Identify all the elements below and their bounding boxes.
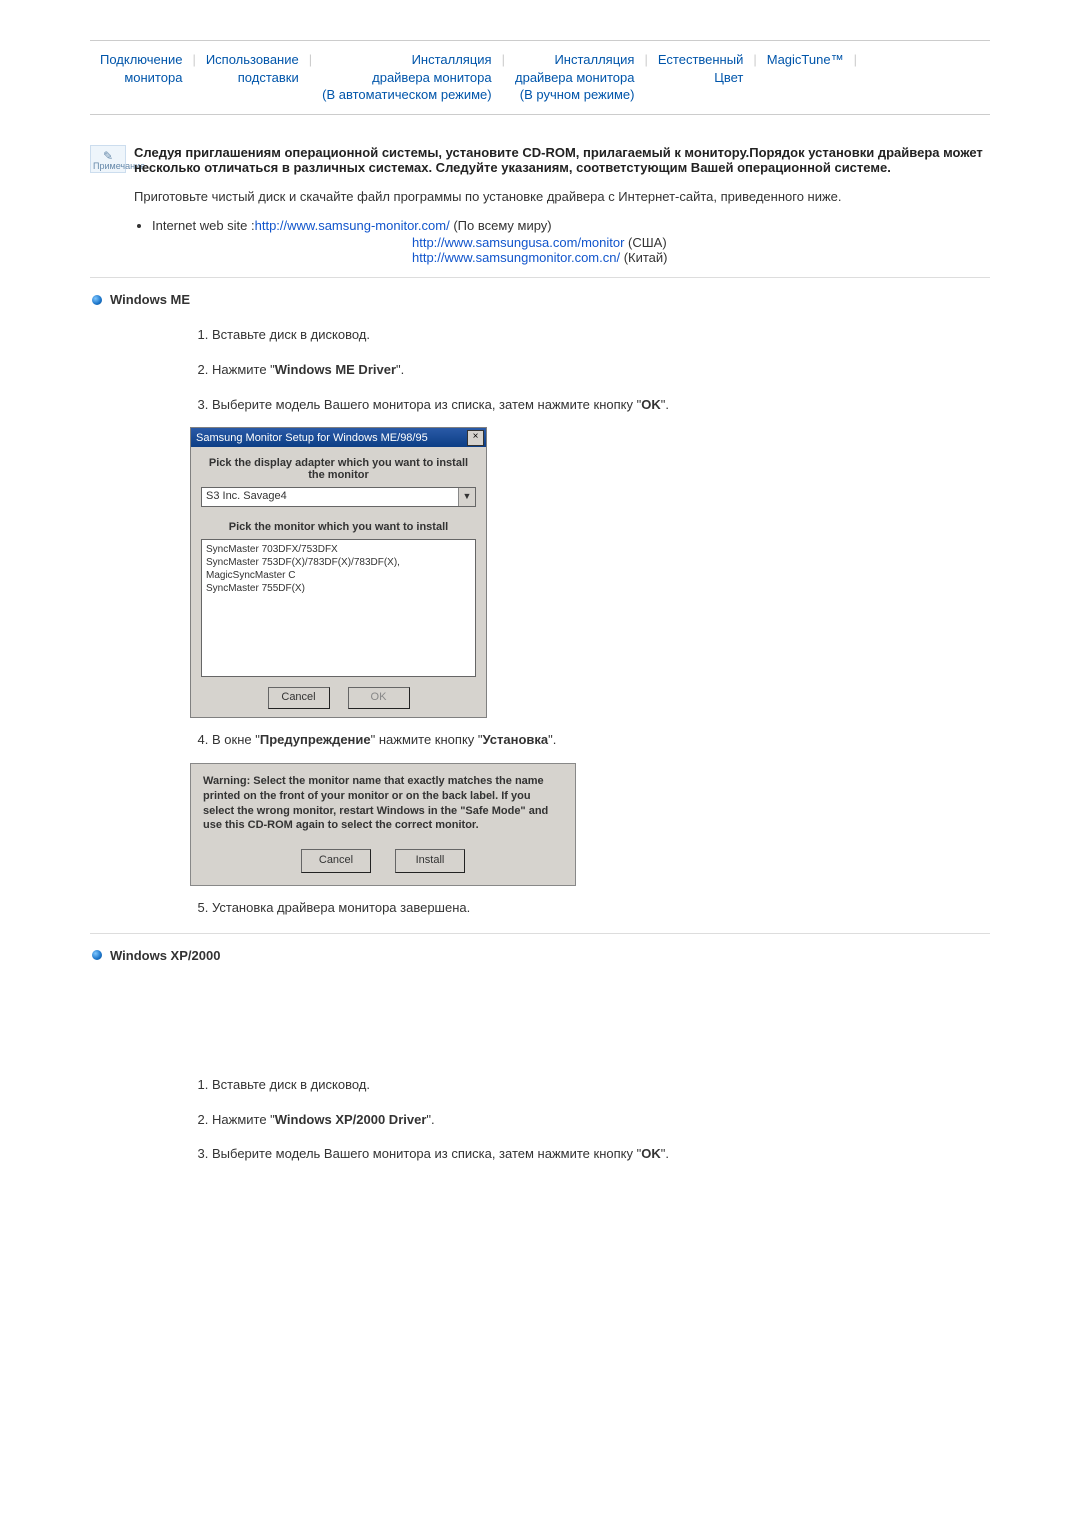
- top-nav: Подключениемонитора | Использованиеподст…: [90, 40, 990, 115]
- internet-site-line: Internet web site :http://www.samsung-mo…: [152, 218, 990, 265]
- link-china[interactable]: http://www.samsungmonitor.com.cn/: [412, 250, 620, 265]
- step-me-2: Нажмите "Windows ME Driver".: [212, 358, 990, 383]
- note-icon: ✎ Примечание: [90, 145, 126, 173]
- steps-me: Вставьте диск в дисковод. Нажмите "Windo…: [190, 323, 990, 417]
- section-title-xp: Windows XP/2000: [110, 948, 220, 963]
- link-world[interactable]: http://www.samsung-monitor.com/: [255, 218, 450, 233]
- list-item[interactable]: SyncMaster 753DF(X)/783DF(X)/783DF(X), M…: [206, 556, 471, 582]
- tab-divider: |: [854, 51, 857, 67]
- bullet-icon: [92, 295, 102, 305]
- link-usa[interactable]: http://www.samsungusa.com/monitor: [412, 235, 624, 250]
- close-icon[interactable]: ×: [467, 430, 484, 446]
- adapter-combo[interactable]: S3 Inc. Savage4 ▼: [201, 487, 476, 507]
- steps-me-cont: В окне "Предупреждение" нажмите кнопку "…: [190, 728, 990, 753]
- prep-text: Приготовьте чистый диск и скачайте файл …: [134, 187, 990, 207]
- note-bold-text: Следуя приглашениям операционной системы…: [134, 145, 983, 175]
- tab-stand[interactable]: Использованиеподставки: [196, 51, 309, 86]
- steps-me-end: Установка драйвера монитора завершена.: [190, 896, 990, 921]
- cancel-button[interactable]: Cancel: [301, 849, 371, 873]
- install-button[interactable]: Install: [395, 849, 465, 873]
- step-xp-2: Нажмите "Windows XP/2000 Driver".: [212, 1108, 990, 1133]
- note-icon-label: Примечание: [93, 162, 123, 171]
- internet-label: Internet web site :: [152, 218, 255, 233]
- dialog-label2: Pick the monitor which you want to insta…: [201, 521, 476, 533]
- tab-magictune[interactable]: MagicTune™: [757, 51, 854, 69]
- tab-connecting[interactable]: Подключениемонитора: [90, 51, 192, 86]
- link-usa-suffix: (США): [624, 235, 666, 250]
- list-item[interactable]: SyncMaster 755DF(X): [206, 582, 471, 595]
- adapter-combo-value: S3 Inc. Savage4: [202, 488, 458, 506]
- dialog-label1: Pick the display adapter which you want …: [201, 457, 476, 481]
- step-xp-1: Вставьте диск в дисковод.: [212, 1073, 990, 1098]
- cancel-button[interactable]: Cancel: [268, 687, 330, 709]
- ok-button[interactable]: OK: [348, 687, 410, 709]
- tab-install-manual[interactable]: Инсталляциядрайвера монитора(В ручном ре…: [505, 51, 644, 104]
- step-me-3: Выберите модель Вашего монитора из списк…: [212, 393, 990, 418]
- step-xp-3: Выберите модель Вашего монитора из списк…: [212, 1142, 990, 1167]
- steps-xp: Вставьте диск в дисковод. Нажмите "Windo…: [190, 1073, 990, 1167]
- tab-install-auto[interactable]: Инсталляциядрайвера монитора(В автоматич…: [312, 51, 501, 104]
- step-me-5: Установка драйвера монитора завершена.: [212, 896, 990, 921]
- step-me-4: В окне "Предупреждение" нажмите кнопку "…: [212, 728, 990, 753]
- dialog-title: Samsung Monitor Setup for Windows ME/98/…: [196, 432, 428, 444]
- link-china-suffix: (Китай): [620, 250, 667, 265]
- list-item[interactable]: SyncMaster 703DFX/753DFX: [206, 543, 471, 556]
- link-world-suffix: (По всему миру): [450, 218, 552, 233]
- section-title-me: Windows ME: [110, 292, 190, 307]
- divider: [90, 277, 990, 278]
- bullet-icon: [92, 950, 102, 960]
- warning-dialog: Warning: Select the monitor name that ex…: [190, 763, 576, 886]
- step-me-1: Вставьте диск в дисковод.: [212, 323, 990, 348]
- tab-natural-color[interactable]: ЕстественныйЦвет: [648, 51, 753, 86]
- divider: [90, 933, 990, 934]
- monitor-list[interactable]: SyncMaster 703DFX/753DFX SyncMaster 753D…: [201, 539, 476, 677]
- chevron-down-icon[interactable]: ▼: [458, 488, 475, 506]
- me-setup-dialog: Samsung Monitor Setup for Windows ME/98/…: [190, 427, 487, 718]
- warning-text: Warning: Select the monitor name that ex…: [203, 775, 548, 832]
